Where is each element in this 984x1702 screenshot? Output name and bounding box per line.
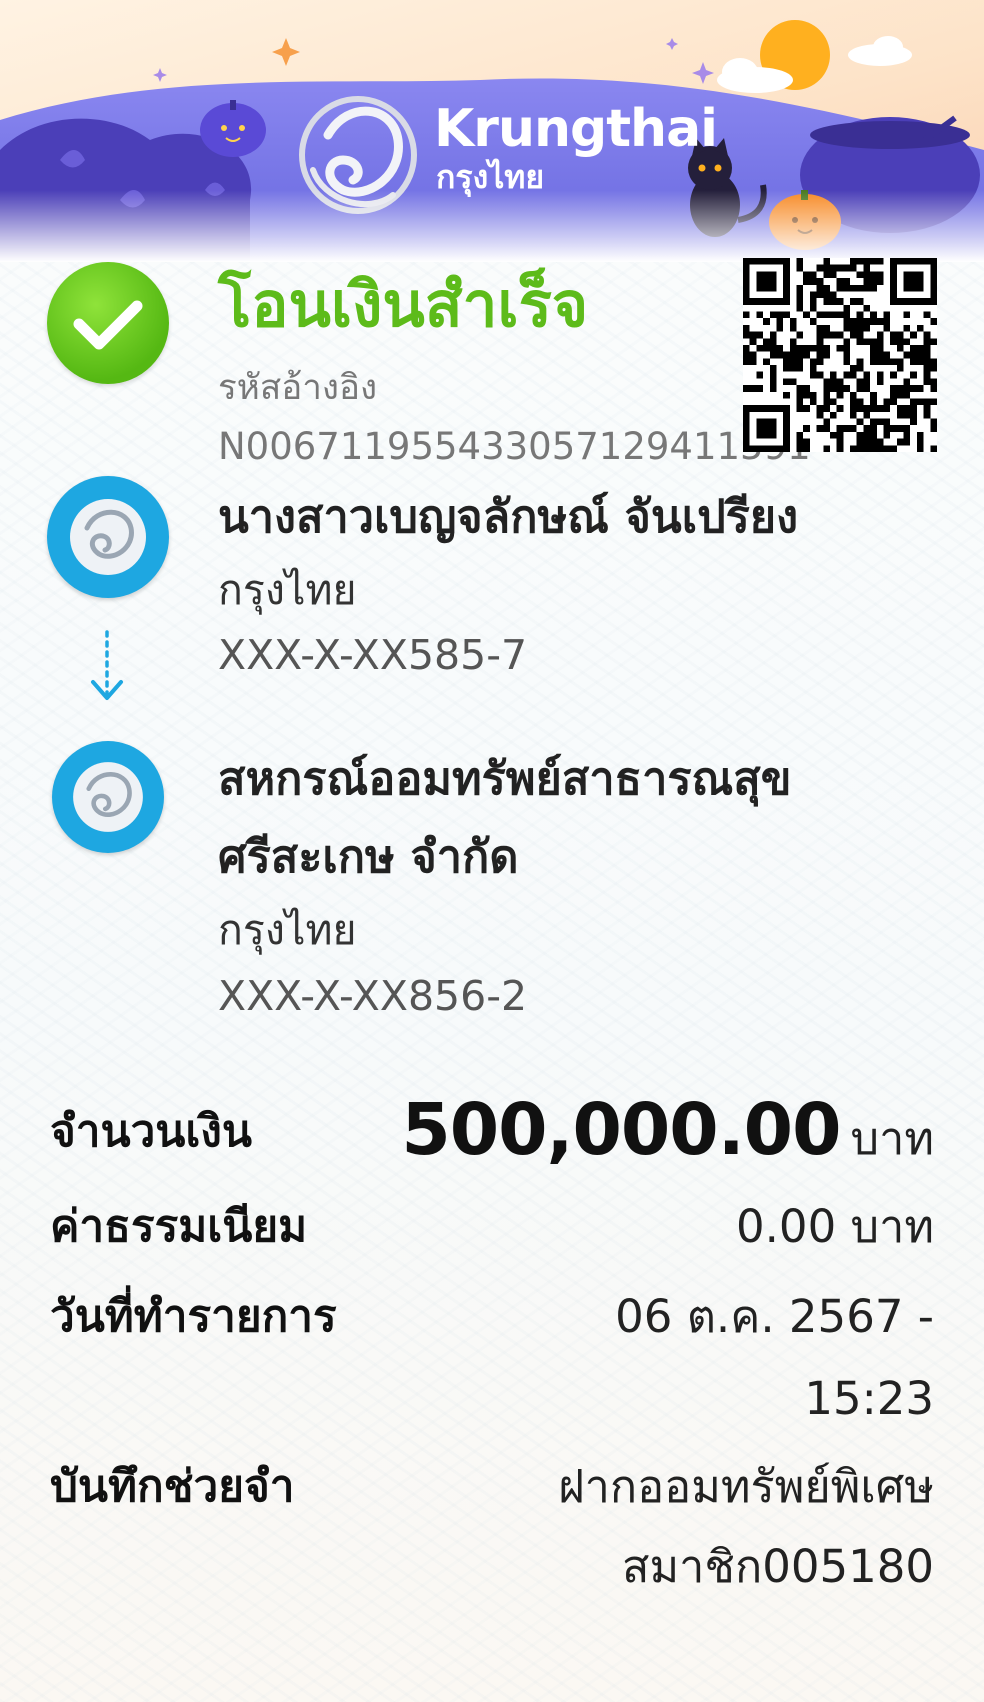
brand-name-th: กรุงไทย <box>436 158 545 196</box>
header-banner: Krungthai กรุงไทย <box>0 0 984 262</box>
reference-label: รหัสอ้างอิง <box>218 368 378 408</box>
receiver-account: XXX-X-XX856-2 <box>218 972 528 1020</box>
sender-account: XXX-X-XX585-7 <box>218 631 528 679</box>
receiver-name-line2: ศรีสะเกษ จำกัด <box>218 830 519 883</box>
sender-bank: กรุงไทย <box>218 566 357 614</box>
receiver-bank-logo-icon <box>52 741 164 853</box>
memo-label: บันทึกช่วยจำ <box>50 1461 295 1512</box>
fee-label: ค่าธรรมเนียม <box>50 1201 308 1252</box>
date-value-line1: 06 ต.ค. 2567 - <box>615 1290 934 1343</box>
amount-value: 500,000.00 <box>401 1088 841 1171</box>
sender-name: นางสาวเบญจลักษณ์ จันเปรียง <box>218 490 799 543</box>
arrow-down-icon <box>87 630 127 706</box>
date-value-line2: 15:23 <box>804 1372 934 1425</box>
date-label: วันที่ทำรายการ <box>50 1291 337 1342</box>
amount-row: 500,000.00 บาท <box>401 1090 934 1179</box>
memo-value-line1: ฝากออมทรัพย์พิเศษ <box>558 1460 934 1513</box>
qr-code-icon[interactable] <box>743 258 937 452</box>
reference-value: N006711955433057129411591 <box>218 425 811 468</box>
amount-unit: บาท <box>850 1112 935 1165</box>
brand-logo-text: Krungthai กรุงไทย <box>434 99 718 196</box>
receiver-name-line1: สหกรณ์ออมทรัพย์สาธารณสุข <box>218 752 792 805</box>
amount-label: จำนวนเงิน <box>50 1106 252 1157</box>
brand-name-en: Krungthai <box>434 99 718 159</box>
receiver-bank: กรุงไทย <box>218 906 357 954</box>
status-title: โอนเงินสำเร็จ <box>218 268 589 341</box>
memo-value-line2: สมาชิก005180 <box>622 1540 934 1593</box>
check-circle-icon <box>47 262 169 384</box>
fee-value: 0.00 บาท <box>736 1200 934 1253</box>
sender-bank-logo-icon <box>47 476 169 598</box>
